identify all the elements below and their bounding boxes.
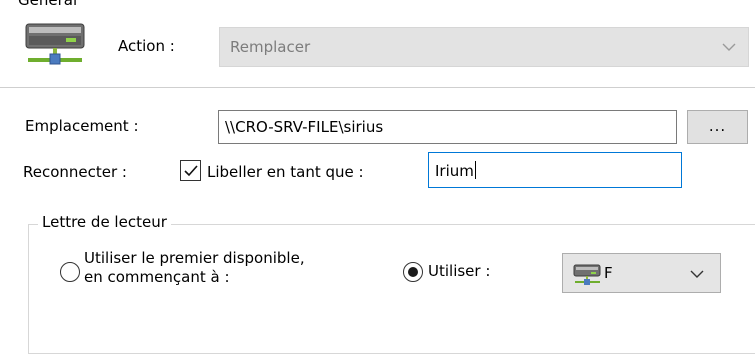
location-label: Emplacement : bbox=[25, 117, 139, 135]
radio-first-available-line1: Utiliser le premier disponible, bbox=[84, 249, 305, 267]
drive-letter-value: F bbox=[604, 264, 613, 282]
reconnect-checkbox[interactable] bbox=[180, 160, 201, 181]
checkmark-icon bbox=[184, 165, 198, 177]
network-drive-icon bbox=[573, 264, 601, 285]
tab-general-clipped[interactable]: Général bbox=[18, 0, 77, 9]
label-as-input-value: Irium bbox=[435, 161, 476, 180]
action-select[interactable]: Remplacer bbox=[219, 27, 749, 67]
radio-first-available[interactable] bbox=[60, 262, 80, 282]
action-select-value: Remplacer bbox=[230, 38, 311, 56]
chevron-down-icon bbox=[690, 270, 704, 278]
label-as-input[interactable]: Irium bbox=[428, 152, 682, 188]
radio-use[interactable] bbox=[403, 262, 423, 282]
radio-first-available-line2: en commençant à : bbox=[84, 268, 230, 286]
location-input[interactable]: \\CRO-SRV-FILE\sirius bbox=[218, 110, 677, 144]
reconnect-label: Reconnecter : bbox=[23, 163, 127, 181]
drive-letter-select[interactable]: F bbox=[562, 253, 721, 293]
label-as-label: Libeller en tant que : bbox=[207, 163, 364, 181]
radio-first-available-label[interactable]: Utiliser le premier disponible, en comme… bbox=[84, 249, 305, 287]
section-divider bbox=[0, 87, 755, 88]
location-input-value: \\CRO-SRV-FILE\sirius bbox=[225, 118, 384, 136]
drive-letter-group-title: Lettre de lecteur bbox=[38, 213, 171, 231]
browse-button[interactable]: ... bbox=[687, 110, 748, 144]
chevron-down-icon bbox=[722, 43, 736, 51]
text-caret bbox=[474, 161, 476, 179]
action-label: Action : bbox=[118, 37, 175, 55]
network-drive-icon bbox=[22, 22, 88, 72]
radio-selected-dot bbox=[408, 267, 418, 277]
radio-use-label[interactable]: Utiliser : bbox=[428, 262, 490, 280]
